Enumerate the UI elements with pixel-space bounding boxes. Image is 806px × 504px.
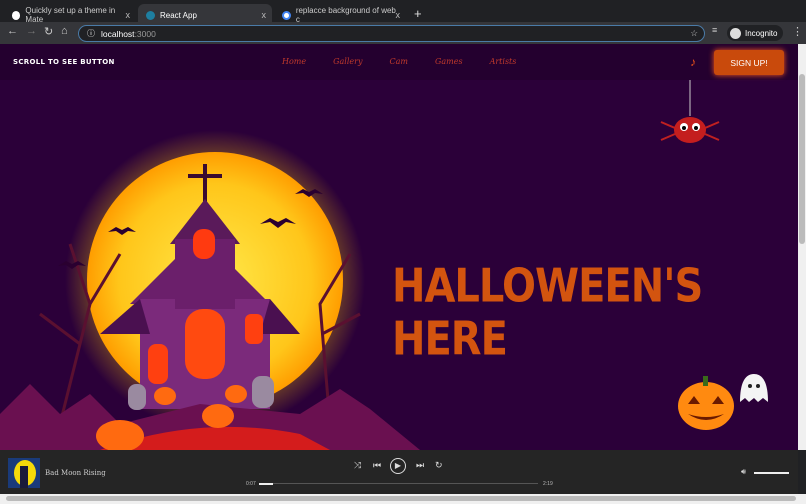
close-tab-icon[interactable]: x (262, 10, 267, 20)
home-icon[interactable]: ⌂ (61, 25, 68, 37)
react-icon (146, 10, 155, 20)
main-nav: Home Gallery Cam Games Artists (282, 57, 543, 66)
play-icon[interactable]: ▶ (390, 458, 406, 474)
halloween-scene (0, 80, 768, 450)
reading-list-icon[interactable]: ≡ (712, 25, 717, 35)
song-title: Bad Moon Rising (45, 469, 106, 477)
vertical-scrollbar[interactable] (798, 44, 806, 450)
forward-icon[interactable]: → (26, 25, 37, 37)
ghost (740, 374, 768, 402)
site-brand[interactable]: SCROLL TO SEE BUTTON (13, 58, 115, 66)
nav-home[interactable]: Home (282, 57, 306, 66)
page-content: SCROLL TO SEE BUTTON Home Gallery Cam Ga… (0, 44, 798, 450)
site-header: SCROLL TO SEE BUTTON Home Gallery Cam Ga… (0, 44, 798, 80)
volume-slider[interactable] (754, 472, 789, 474)
incognito-icon (730, 27, 741, 39)
reload-icon[interactable]: ↻ (44, 25, 53, 38)
music-note-icon[interactable]: ♪ (690, 55, 696, 69)
profile-button[interactable]: Incognito (727, 25, 784, 41)
album-cover (8, 458, 40, 488)
tab-title: React App (160, 10, 197, 20)
nav-gallery[interactable]: Gallery (333, 57, 362, 66)
close-tab-icon[interactable]: x (126, 10, 131, 20)
close-tab-icon[interactable]: x (396, 10, 401, 20)
previous-icon[interactable]: ⏮ (373, 460, 381, 471)
medium-icon (12, 10, 21, 20)
nav-games[interactable]: Games (435, 57, 463, 66)
current-time: 0:07 (246, 481, 256, 487)
nav-artists[interactable]: Artists (490, 57, 517, 66)
next-icon[interactable]: ⏭ (416, 460, 424, 471)
music-player: Bad Moon Rising ⤨ ⏮ ▶ ⏭ ↻ 0:07 2:19 🔊︎ (0, 450, 798, 494)
menu-icon[interactable]: ⋮ (792, 25, 803, 38)
url-host: localhost (101, 28, 135, 39)
profile-label: Incognito (745, 28, 778, 38)
address-bar[interactable]: ⓘ localhost:3000 ☆ (78, 25, 705, 42)
nav-cam[interactable]: Cam (389, 57, 407, 66)
progress-bar[interactable] (259, 482, 538, 485)
bookmark-star-icon[interactable]: ☆ (690, 28, 698, 39)
info-icon: ⓘ (87, 29, 95, 38)
new-tab-button[interactable]: + (414, 6, 422, 21)
url-port: :3000 (134, 28, 156, 39)
browser-toolbar: ← → ↻ ⌂ ⓘ localhost:3000 ☆ ≡ Incognito ⋮ (0, 22, 806, 44)
jack-o-lantern (678, 376, 734, 430)
repeat-icon[interactable]: ↻ (435, 460, 443, 471)
duration: 2:19 (543, 481, 553, 487)
shuffle-icon[interactable]: ⤨ (354, 460, 361, 471)
volume-icon[interactable]: 🔊︎ (741, 467, 746, 477)
horizontal-scrollbar[interactable] (0, 494, 806, 504)
back-icon[interactable]: ← (7, 25, 18, 37)
hero-title: HALLOWEEN'S HERE (392, 260, 703, 366)
signup-button[interactable]: SIGN UP! (714, 50, 784, 75)
spider (660, 80, 720, 143)
google-icon (282, 10, 291, 20)
